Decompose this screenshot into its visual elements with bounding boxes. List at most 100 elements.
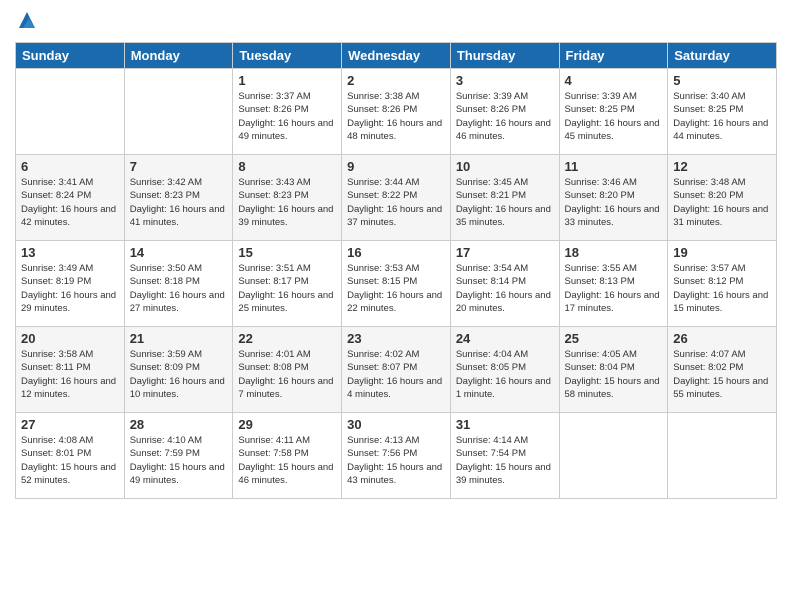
day-info: Sunrise: 4:02 AMSunset: 8:07 PMDaylight:… — [347, 348, 445, 401]
day-number: 22 — [238, 331, 336, 346]
day-cell — [668, 413, 777, 499]
day-cell: 14 Sunrise: 3:50 AMSunset: 8:18 PMDayligh… — [124, 241, 233, 327]
day-info: Sunrise: 4:04 AMSunset: 8:05 PMDaylight:… — [456, 348, 554, 401]
day-info: Sunrise: 4:13 AMSunset: 7:56 PMDaylight:… — [347, 434, 445, 487]
day-cell: 10 Sunrise: 3:45 AMSunset: 8:21 PMDayligh… — [450, 155, 559, 241]
day-number: 24 — [456, 331, 554, 346]
day-number: 15 — [238, 245, 336, 260]
day-number: 12 — [673, 159, 771, 174]
day-number: 7 — [130, 159, 228, 174]
day-number: 20 — [21, 331, 119, 346]
day-number: 19 — [673, 245, 771, 260]
day-cell: 4Sunrise: 3:39 AMSunset: 8:25 PMDaylight… — [559, 69, 668, 155]
day-number: 30 — [347, 417, 445, 432]
day-cell: 11Sunrise: 3:46 AMSunset: 8:20 PMDayligh… — [559, 155, 668, 241]
day-info: Sunrise: 3:45 AMSunset: 8:21 PMDaylight:… — [456, 176, 554, 229]
day-cell: 17 Sunrise: 3:54 AMSunset: 8:14 PMDayligh… — [450, 241, 559, 327]
day-cell: 19 Sunrise: 3:57 AMSunset: 8:12 PMDayligh… — [668, 241, 777, 327]
day-cell: 16Sunrise: 3:53 AMSunset: 8:15 PMDayligh… — [342, 241, 451, 327]
day-cell: 7 Sunrise: 3:42 AMSunset: 8:23 PMDaylight… — [124, 155, 233, 241]
day-info: Sunrise: 3:55 AMSunset: 8:13 PMDaylight:… — [565, 262, 663, 315]
day-info: Sunrise: 3:49 AMSunset: 8:19 PMDaylight:… — [21, 262, 119, 315]
day-cell: 6 Sunrise: 3:41 AMSunset: 8:24 PMDaylight… — [16, 155, 125, 241]
week-row-1: 1 Sunrise: 3:37 AMSunset: 8:26 PMDaylight… — [16, 69, 777, 155]
week-row-4: 20 Sunrise: 3:58 AMSunset: 8:11 PMDayligh… — [16, 327, 777, 413]
weekday-header-row: SundayMondayTuesdayWednesdayThursdayFrid… — [16, 43, 777, 69]
day-number: 27 — [21, 417, 119, 432]
day-number: 14 — [130, 245, 228, 260]
day-info: Sunrise: 4:01 AMSunset: 8:08 PMDaylight:… — [238, 348, 336, 401]
calendar: SundayMondayTuesdayWednesdayThursdayFrid… — [15, 42, 777, 499]
day-cell — [124, 69, 233, 155]
day-cell: 1 Sunrise: 3:37 AMSunset: 8:26 PMDaylight… — [233, 69, 342, 155]
page: SundayMondayTuesdayWednesdayThursdayFrid… — [0, 0, 792, 612]
day-info: Sunrise: 3:40 AMSunset: 8:25 PMDaylight:… — [673, 90, 771, 143]
day-info: Sunrise: 3:38 AMSunset: 8:26 PMDaylight:… — [347, 90, 445, 143]
day-info: Sunrise: 3:41 AMSunset: 8:24 PMDaylight:… — [21, 176, 119, 229]
weekday-header-friday: Friday — [559, 43, 668, 69]
day-info: Sunrise: 3:50 AMSunset: 8:18 PMDaylight:… — [130, 262, 228, 315]
day-cell: 21Sunrise: 3:59 AMSunset: 8:09 PMDayligh… — [124, 327, 233, 413]
day-info: Sunrise: 3:48 AMSunset: 8:20 PMDaylight:… — [673, 176, 771, 229]
day-cell: 29 Sunrise: 4:11 AMSunset: 7:58 PMDayligh… — [233, 413, 342, 499]
day-number: 26 — [673, 331, 771, 346]
day-number: 2 — [347, 73, 445, 88]
day-number: 25 — [565, 331, 663, 346]
header — [15, 10, 777, 34]
day-cell: 8Sunrise: 3:43 AMSunset: 8:23 PMDaylight… — [233, 155, 342, 241]
day-info: Sunrise: 3:39 AMSunset: 8:26 PMDaylight:… — [456, 90, 554, 143]
weekday-header-sunday: Sunday — [16, 43, 125, 69]
day-info: Sunrise: 3:54 AMSunset: 8:14 PMDaylight:… — [456, 262, 554, 315]
day-info: Sunrise: 3:46 AMSunset: 8:20 PMDaylight:… — [565, 176, 663, 229]
day-info: Sunrise: 3:44 AMSunset: 8:22 PMDaylight:… — [347, 176, 445, 229]
day-info: Sunrise: 4:05 AMSunset: 8:04 PMDaylight:… — [565, 348, 663, 401]
day-number: 13 — [21, 245, 119, 260]
day-number: 23 — [347, 331, 445, 346]
day-cell: 18 Sunrise: 3:55 AMSunset: 8:13 PMDayligh… — [559, 241, 668, 327]
day-cell: 3Sunrise: 3:39 AMSunset: 8:26 PMDaylight… — [450, 69, 559, 155]
day-number: 21 — [130, 331, 228, 346]
day-info: Sunrise: 3:57 AMSunset: 8:12 PMDaylight:… — [673, 262, 771, 315]
day-cell: 30 Sunrise: 4:13 AMSunset: 7:56 PMDayligh… — [342, 413, 451, 499]
day-cell: 12 Sunrise: 3:48 AMSunset: 8:20 PMDayligh… — [668, 155, 777, 241]
day-info: Sunrise: 3:37 AMSunset: 8:26 PMDaylight:… — [238, 90, 336, 143]
day-cell — [16, 69, 125, 155]
day-cell: 25 Sunrise: 4:05 AMSunset: 8:04 PMDayligh… — [559, 327, 668, 413]
day-info: Sunrise: 3:43 AMSunset: 8:23 PMDaylight:… — [238, 176, 336, 229]
day-info: Sunrise: 3:39 AMSunset: 8:25 PMDaylight:… — [565, 90, 663, 143]
day-cell: 13 Sunrise: 3:49 AMSunset: 8:19 PMDayligh… — [16, 241, 125, 327]
logo-icon — [15, 10, 39, 34]
day-number: 10 — [456, 159, 554, 174]
weekday-header-tuesday: Tuesday — [233, 43, 342, 69]
day-cell — [559, 413, 668, 499]
day-info: Sunrise: 3:51 AMSunset: 8:17 PMDaylight:… — [238, 262, 336, 315]
logo — [15, 10, 41, 34]
weekday-header-monday: Monday — [124, 43, 233, 69]
day-cell: 2 Sunrise: 3:38 AMSunset: 8:26 PMDaylight… — [342, 69, 451, 155]
day-number: 31 — [456, 417, 554, 432]
day-number: 5 — [673, 73, 771, 88]
day-info: Sunrise: 4:07 AMSunset: 8:02 PMDaylight:… — [673, 348, 771, 401]
weekday-header-wednesday: Wednesday — [342, 43, 451, 69]
day-cell: 9 Sunrise: 3:44 AMSunset: 8:22 PMDaylight… — [342, 155, 451, 241]
day-cell: 22 Sunrise: 4:01 AMSunset: 8:08 PMDayligh… — [233, 327, 342, 413]
day-cell: 24 Sunrise: 4:04 AMSunset: 8:05 PMDayligh… — [450, 327, 559, 413]
week-row-3: 13 Sunrise: 3:49 AMSunset: 8:19 PMDayligh… — [16, 241, 777, 327]
day-info: Sunrise: 3:53 AMSunset: 8:15 PMDaylight:… — [347, 262, 445, 315]
day-number: 9 — [347, 159, 445, 174]
week-row-2: 6 Sunrise: 3:41 AMSunset: 8:24 PMDaylight… — [16, 155, 777, 241]
day-number: 6 — [21, 159, 119, 174]
day-number: 29 — [238, 417, 336, 432]
day-info: Sunrise: 4:14 AMSunset: 7:54 PMDaylight:… — [456, 434, 554, 487]
day-cell: 28Sunrise: 4:10 AMSunset: 7:59 PMDayligh… — [124, 413, 233, 499]
day-number: 18 — [565, 245, 663, 260]
day-cell: 26 Sunrise: 4:07 AMSunset: 8:02 PMDayligh… — [668, 327, 777, 413]
day-info: Sunrise: 3:42 AMSunset: 8:23 PMDaylight:… — [130, 176, 228, 229]
week-row-5: 27Sunrise: 4:08 AMSunset: 8:01 PMDayligh… — [16, 413, 777, 499]
weekday-header-thursday: Thursday — [450, 43, 559, 69]
day-info: Sunrise: 4:11 AMSunset: 7:58 PMDaylight:… — [238, 434, 336, 487]
day-cell: 23 Sunrise: 4:02 AMSunset: 8:07 PMDayligh… — [342, 327, 451, 413]
day-number: 17 — [456, 245, 554, 260]
day-number: 1 — [238, 73, 336, 88]
day-info: Sunrise: 3:58 AMSunset: 8:11 PMDaylight:… — [21, 348, 119, 401]
